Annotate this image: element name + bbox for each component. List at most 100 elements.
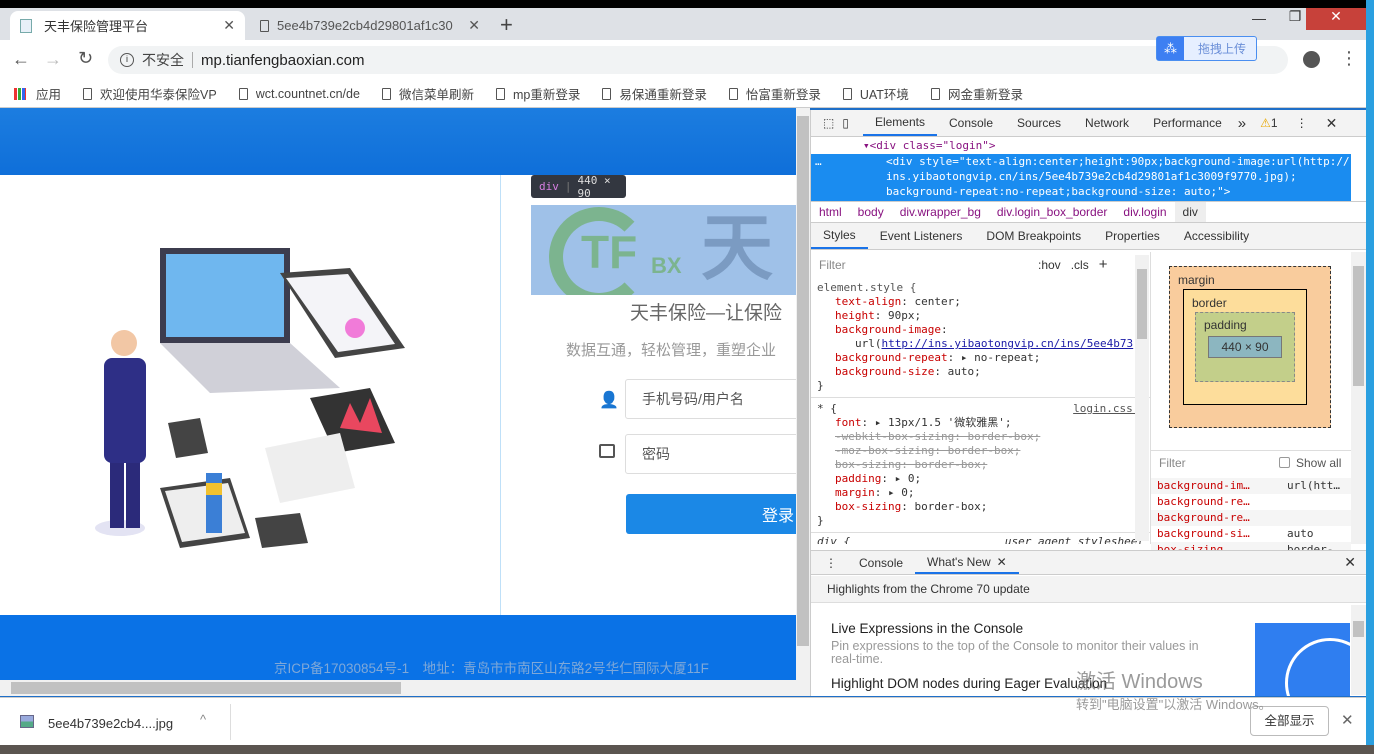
tab-performance[interactable]: Performance (1141, 110, 1234, 136)
styles-subtabs: Styles Event Listeners DOM Breakpoints P… (811, 223, 1366, 250)
styles-scrollbar[interactable] (1135, 255, 1149, 541)
hov-toggle[interactable]: :hov (1038, 258, 1061, 272)
cls-toggle[interactable]: .cls (1071, 258, 1089, 272)
crumb[interactable]: div.wrapper_bg (900, 205, 981, 219)
crumb[interactable]: div.login (1123, 205, 1166, 219)
drawer-menu-icon[interactable]: ⋮ (825, 556, 837, 570)
tab-inactive[interactable]: 5ee4b739e2cb4d29801af1c30 ✕ (250, 11, 490, 40)
add-rule-icon[interactable]: + (1099, 256, 1108, 273)
bookmarks-bar: 应用 欢迎使用华泰保险VP wct.countnet.cn/de 微信菜单刷新 … (0, 80, 1366, 108)
crumb[interactable]: html (819, 205, 842, 219)
info-icon[interactable]: i (120, 53, 134, 67)
css-overridden[interactable]: -webkit-box-sizing: border-box; (817, 430, 1144, 444)
forward-icon[interactable]: → (44, 49, 62, 70)
url-text[interactable]: mp.tianfengbaoxian.com (201, 52, 364, 69)
upload-extension[interactable]: ⁂ 拖拽上传 (1156, 36, 1257, 61)
tab-active[interactable]: 天丰保险管理平台 ✕ (10, 11, 245, 40)
user-icon: 👤 (599, 392, 619, 409)
computed-scrollbar[interactable] (1351, 252, 1366, 544)
crumb[interactable]: body (858, 205, 884, 219)
css-declaration[interactable]: margin: ▸ 0; (817, 486, 1144, 500)
tab-sources[interactable]: Sources (1005, 110, 1073, 136)
css-declaration[interactable]: padding: ▸ 0; (817, 472, 1144, 486)
security-label[interactable]: 不安全 (142, 50, 184, 70)
dom-node-selected[interactable]: … <div style="text-align:center;height:9… (811, 154, 1351, 201)
whats-new-item[interactable]: Live Expressions in the Console Pin expr… (831, 621, 1201, 691)
back-icon[interactable]: ← (12, 49, 30, 70)
css-declaration[interactable]: background-image: (817, 323, 1144, 337)
close-drawer-icon[interactable]: ✕ (1344, 554, 1356, 571)
subtab-dom-breakpoints[interactable]: DOM Breakpoints (974, 223, 1093, 249)
document-icon (238, 87, 248, 100)
show-all-downloads-button[interactable]: 全部显示 (1250, 706, 1329, 736)
subtab-accessibility[interactable]: Accessibility (1172, 223, 1261, 249)
bookmark-apps[interactable]: 应用 (14, 84, 61, 103)
close-window-button[interactable]: ✕ (1306, 8, 1366, 30)
illustration (95, 248, 405, 548)
computed-filter-input[interactable]: Filter (1151, 456, 1279, 470)
css-overridden[interactable]: -moz-box-sizing: border-box; (817, 444, 1144, 458)
computed-row[interactable]: background-im… url(htt… (1151, 478, 1351, 494)
bookmark-label: 应用 (36, 88, 62, 102)
bookmark-item[interactable]: UAT环境 (842, 84, 909, 103)
close-icon[interactable]: ✕ (997, 555, 1007, 569)
close-tab-icon[interactable]: ✕ (223, 17, 235, 34)
bookmark-item[interactable]: wct.countnet.cn/de (238, 87, 360, 101)
close-download-bar-icon[interactable]: ✕ (1341, 711, 1354, 729)
bookmark-item[interactable]: 网金重新登录 (930, 84, 1023, 103)
computed-row[interactable]: background-re… (1151, 510, 1351, 526)
computed-row[interactable]: background-re… (1151, 494, 1351, 510)
close-tab-icon[interactable]: ✕ (468, 17, 480, 34)
chevron-up-icon[interactable]: ^ (200, 712, 206, 727)
download-filename[interactable]: 5ee4b739e2cb4....jpg (48, 716, 173, 731)
page-vertical-scrollbar[interactable] (796, 108, 810, 680)
profile-icon[interactable] (1303, 51, 1320, 68)
download-bar: 5ee4b739e2cb4....jpg ^ 全部显示 ✕ (0, 697, 1366, 745)
more-tabs-button[interactable]: » (1238, 115, 1246, 132)
page-icon (20, 18, 32, 33)
tab-network[interactable]: Network (1073, 110, 1141, 136)
tab-elements[interactable]: Elements (862, 110, 937, 136)
reload-icon[interactable]: ↻ (78, 48, 93, 69)
css-declaration[interactable]: text-align: center; (817, 295, 1144, 309)
crumb[interactable]: div (1174, 202, 1206, 222)
bookmark-item[interactable]: 易保通重新登录 (602, 84, 707, 103)
css-declaration[interactable]: background-size: auto; (817, 365, 1144, 379)
username-input[interactable]: 手机号码/用户名 (625, 379, 796, 419)
bookmark-item[interactable]: 微信菜单刷新 (381, 84, 474, 103)
css-declaration[interactable]: font: ▸ 13px/1.5 '微软雅黑'; (817, 416, 1144, 430)
close-devtools-icon[interactable]: ✕ (1326, 115, 1338, 132)
bookmark-item[interactable]: mp重新登录 (495, 84, 580, 103)
address-bar[interactable]: i 不安全 mp.tianfengbaoxian.com (108, 46, 1288, 74)
device-toolbar-icon[interactable]: ▯ (842, 116, 849, 130)
drawer-tab-whats-new[interactable]: What's New ✕ (915, 551, 1019, 574)
show-all-checkbox[interactable] (1279, 457, 1290, 468)
css-declaration[interactable]: background-repeat: ▸ no-repeat; (817, 351, 1144, 365)
kebab-menu-icon[interactable]: ⋮ (1296, 116, 1308, 130)
subtab-properties[interactable]: Properties (1093, 223, 1172, 249)
dom-node[interactable]: ▾<div class="login"> (863, 139, 995, 152)
drawer-tab-console[interactable]: Console (847, 551, 915, 574)
login-button[interactable]: 登录 (626, 494, 796, 534)
crumb[interactable]: div.login_box_border (997, 205, 1108, 219)
css-url[interactable]: url(http://ins.yibaotongvip.cn/ins/5ee4b… (817, 337, 1144, 351)
css-overridden[interactable]: box-sizing: border-box; (817, 458, 1144, 472)
bookmark-item[interactable]: 怡富重新登录 (728, 84, 821, 103)
css-declaration[interactable]: height: 90px; (817, 309, 1144, 323)
drawer-scrollbar[interactable] (1351, 605, 1366, 695)
new-tab-button[interactable]: + (500, 12, 513, 38)
extension-label: 拖拽上传 (1198, 42, 1247, 56)
subtab-styles[interactable]: Styles (811, 223, 868, 249)
inspect-element-icon[interactable]: ⬚ (823, 116, 834, 130)
warning-icon[interactable]: ⚠ (1260, 116, 1271, 130)
bookmark-item[interactable]: 欢迎使用华泰保险VP (83, 84, 217, 103)
page-horizontal-scrollbar[interactable] (0, 680, 810, 696)
footer-text: 京ICP备17030854号-1 地址：青岛市市南区山东路2号华仁国际大厦11F (274, 661, 709, 676)
styles-filter-input[interactable]: Filter (811, 258, 1026, 272)
tab-console[interactable]: Console (937, 110, 1005, 136)
password-input[interactable]: 密码 (625, 434, 796, 474)
css-declaration[interactable]: box-sizing: border-box; (817, 500, 1144, 514)
computed-row[interactable]: background-si… auto (1151, 526, 1351, 542)
menu-icon[interactable]: ⋮ (1340, 48, 1358, 69)
subtab-event-listeners[interactable]: Event Listeners (868, 223, 975, 249)
